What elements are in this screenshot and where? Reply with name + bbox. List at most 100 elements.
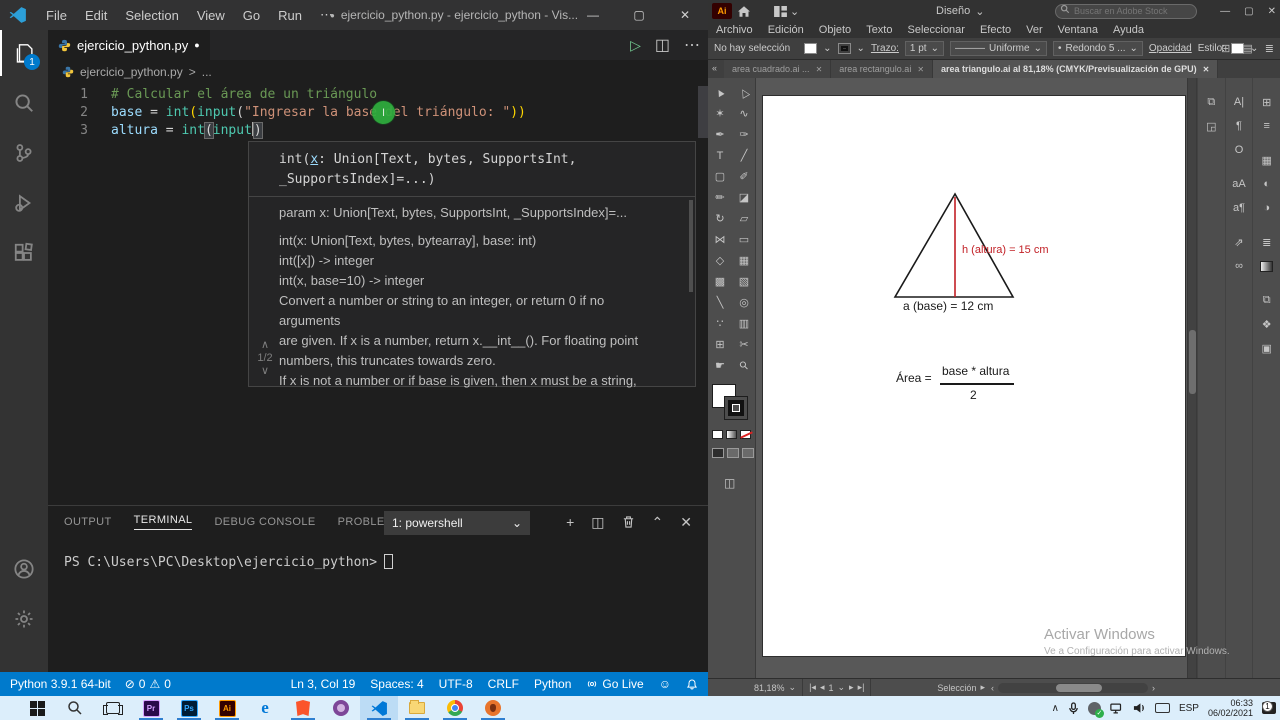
swatches-panel-icon[interactable]: ▦ <box>1255 148 1279 172</box>
taskbar-illustrator[interactable]: Ai <box>208 696 246 720</box>
gradient-button[interactable] <box>726 430 737 439</box>
indentation-status[interactable]: Spaces: 4 <box>370 677 423 691</box>
appearance-panel-icon[interactable]: ⧉ <box>1255 288 1279 312</box>
scale-tool[interactable]: ▱ <box>732 208 756 229</box>
new-terminal-icon[interactable]: + <box>566 514 574 530</box>
gradient-panel-icon[interactable] <box>1255 254 1279 278</box>
menu-texto[interactable]: Texto <box>866 24 892 36</box>
magic-wand-tool[interactable]: ✶ <box>708 103 732 124</box>
rectangle-tool[interactable]: ▢ <box>708 166 732 187</box>
canvas[interactable]: h (altura) = 15 cm a (base) = 12 cm Área… <box>756 78 1196 678</box>
menu-seleccionar[interactable]: Seleccionar <box>907 24 964 36</box>
taskbar-edge[interactable]: e <box>246 696 284 720</box>
eraser-tool[interactable]: ◪ <box>732 187 756 208</box>
libraries-panel-icon[interactable]: ⧉ <box>1199 90 1223 114</box>
scroll-left-icon[interactable]: ‹ <box>991 683 994 693</box>
kill-terminal-icon[interactable] <box>622 515 635 529</box>
more-actions-icon[interactable]: ⋯ <box>684 35 700 55</box>
close-panel-icon[interactable]: ✕ <box>680 514 692 531</box>
paragraph-styles-panel-icon[interactable]: a¶ <box>1227 196 1251 220</box>
width-tool[interactable]: ⋈ <box>708 229 732 250</box>
fill-swatch[interactable] <box>804 43 818 54</box>
links-panel-icon[interactable]: ∞ <box>1227 254 1251 278</box>
action-center-icon[interactable]: 1 <box>1262 701 1276 714</box>
blend-tool[interactable]: ◎ <box>732 292 756 313</box>
close-tab-icon[interactable]: ✕ <box>917 65 924 74</box>
signature-next-icon[interactable]: ∨ <box>253 365 277 378</box>
chevron-down-icon[interactable]: ⌄ <box>857 43 865 54</box>
close-tab-icon[interactable]: ✕ <box>1203 65 1210 74</box>
network-icon[interactable] <box>1110 703 1124 714</box>
taskbar-vscode[interactable] <box>360 696 398 720</box>
feedback-icon[interactable]: ☺ <box>659 677 671 691</box>
stroke-label[interactable]: Trazo: <box>871 43 899 54</box>
scroll-right-icon[interactable]: › <box>1152 683 1155 693</box>
stroke-color-swatch[interactable] <box>724 396 748 420</box>
arrange-documents-icon[interactable]: ⌄ <box>774 5 799 18</box>
settings-gear-icon[interactable] <box>0 596 48 642</box>
taskbar-brave[interactable] <box>284 696 322 720</box>
maximize-panel-icon[interactable]: ⌃ <box>652 514 664 531</box>
menu-efecto[interactable]: Efecto <box>980 24 1011 36</box>
menu-selection[interactable]: Selection <box>116 8 187 23</box>
shaper-tool[interactable]: ✏ <box>708 187 732 208</box>
start-button[interactable] <box>18 696 56 720</box>
artboard-tool[interactable]: ⊞ <box>708 334 732 355</box>
panel-menu-icon[interactable]: ≣ <box>1265 42 1274 55</box>
signature-prev-icon[interactable]: ∧ <box>253 339 277 352</box>
opacity-label[interactable]: Opacidad <box>1149 43 1192 54</box>
transform-panel-icon[interactable]: ⊞ <box>1255 90 1279 114</box>
extensions-icon[interactable] <box>0 230 48 276</box>
go-live-button[interactable]: Go Live <box>586 677 644 691</box>
cursor-position-status[interactable]: Ln 3, Col 19 <box>291 677 356 691</box>
terminal-content[interactable]: PS C:\Users\PC\Desktop\ejercicio_python> <box>64 554 394 570</box>
stroke-weight-select[interactable]: 1 pt ⌄ <box>904 41 944 56</box>
align-options-icon[interactable]: ⊞ <box>1221 42 1230 55</box>
menu-view[interactable]: View <box>188 8 234 23</box>
maximize-button[interactable]: ▢ <box>616 0 662 30</box>
menu-edit[interactable]: Edit <box>76 8 116 23</box>
search-icon[interactable] <box>0 80 48 126</box>
clock[interactable]: 06:33 06/02/2021 <box>1208 698 1253 718</box>
align-panel-icon[interactable]: ≡ <box>1255 114 1279 138</box>
taskbar-photoshop[interactable]: Ps <box>170 696 208 720</box>
draw-normal-mode[interactable] <box>712 448 724 458</box>
mesh-tool[interactable]: ▩ <box>708 271 732 292</box>
column-graph-tool[interactable]: ▥ <box>732 313 756 334</box>
doc-tab-triangulo[interactable]: area triangulo.ai al 81,18% (CMYK/Previs… <box>933 60 1219 78</box>
shape-builder-tool[interactable]: ◇ <box>708 250 732 271</box>
taskbar-premiere[interactable]: Pr <box>132 696 170 720</box>
menu-edicion[interactable]: Edición <box>768 24 804 36</box>
source-control-icon[interactable] <box>0 130 48 176</box>
gradient-tool[interactable]: ▧ <box>732 271 756 292</box>
prev-artboard-icon[interactable]: ◂ <box>820 682 825 693</box>
menu-ventana[interactable]: Ventana <box>1058 24 1098 36</box>
close-button[interactable]: ✕ <box>662 0 708 30</box>
type-tool[interactable]: T <box>708 145 732 166</box>
eol-status[interactable]: CRLF <box>488 677 519 691</box>
problems-status[interactable]: ⊘ 0 ⚠ 0 <box>125 677 171 691</box>
menu-go[interactable]: Go <box>234 8 269 23</box>
doc-tab-cuadrado[interactable]: area cuadrado.ai ... ✕ <box>724 60 832 78</box>
close-tab-icon[interactable]: ✕ <box>816 65 823 74</box>
menu-file[interactable]: File <box>37 8 76 23</box>
taskbar-app-hand[interactable] <box>474 696 512 720</box>
notifications-bell-icon[interactable] <box>686 678 698 691</box>
screen-mode-icon[interactable]: ◫ <box>724 476 735 490</box>
language-mode-status[interactable]: Python <box>534 677 571 691</box>
horizontal-scrollbar[interactable] <box>997 682 1148 693</box>
brush-definition-select[interactable]: • Redondo 5 ... ⌄ <box>1052 41 1143 56</box>
speaker-icon[interactable] <box>1133 702 1146 714</box>
menu-ver[interactable]: Ver <box>1026 24 1043 36</box>
first-artboard-icon[interactable]: |◂ <box>809 682 816 693</box>
breadcrumb-more[interactable]: ... <box>202 65 212 79</box>
chevron-down-icon[interactable]: ⌄ <box>837 682 845 693</box>
symbol-sprayer-tool[interactable]: ∵ <box>708 313 732 334</box>
variable-width-select[interactable]: ——— Uniforme ⌄ <box>949 41 1047 56</box>
taskbar-search-button[interactable] <box>56 696 94 720</box>
minimize-button[interactable]: — <box>1220 6 1230 17</box>
scrollbar-thumb[interactable] <box>1189 330 1196 394</box>
eyedropper-tool[interactable]: ╲ <box>708 292 732 313</box>
stroke-panel-icon[interactable]: ≣ <box>1255 230 1279 254</box>
doc-tab-rectangulo[interactable]: area rectangulo.ai ✕ <box>831 60 934 78</box>
